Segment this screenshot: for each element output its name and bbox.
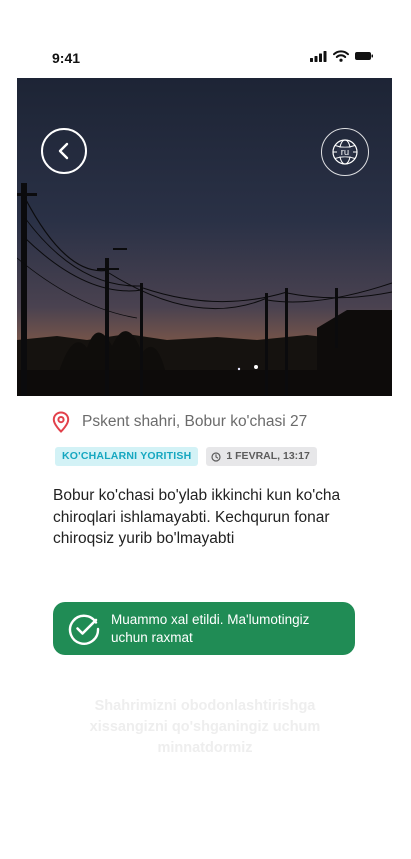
report-description: Bobur ko'chasi bo'ylab ikkinchi kun ko'c…: [53, 487, 341, 547]
clock-icon: [211, 451, 221, 462]
location-row: Pskent shahri, Bobur ko'chasi 27: [52, 411, 307, 433]
wifi-icon: [333, 50, 349, 62]
dusk-street-photo: [17, 78, 392, 396]
language-code: ru: [341, 147, 349, 158]
thanks-message: Shahrimizni obodonlashtirishga xissangiz…: [89, 698, 321, 756]
resolved-message: Muammo xal etildi. Ma'lumotingiz uchun r…: [111, 611, 310, 645]
signal-icon: [310, 50, 327, 62]
status-icons: [310, 50, 373, 62]
tags-row: KO'CHALARNI YORITISH 1 FEVRAL, 13:17: [55, 447, 317, 466]
back-button[interactable]: [41, 128, 87, 174]
globe-icon: ru: [332, 139, 358, 165]
status-time: 9:41: [52, 50, 81, 66]
location-address: Pskent shahri, Bobur ko'chasi 27: [82, 413, 308, 430]
check-circle-icon: [68, 614, 100, 645]
date-text: 1 FEVRAL, 13:17: [226, 450, 310, 462]
report-photo: ru: [17, 78, 392, 396]
resolved-banner: Muammo xal etildi. Ma'lumotingiz uchun r…: [53, 602, 355, 655]
category-badge: KO'CHALARNI YORITISH: [55, 447, 199, 466]
battery-icon: [355, 52, 373, 60]
status-bar: 9:41: [0, 0, 411, 78]
date-badge: 1 FEVRAL, 13:17: [206, 447, 317, 466]
map-pin-icon: [52, 411, 70, 433]
language-button[interactable]: ru: [321, 128, 369, 176]
chevron-left-icon: [58, 142, 69, 160]
